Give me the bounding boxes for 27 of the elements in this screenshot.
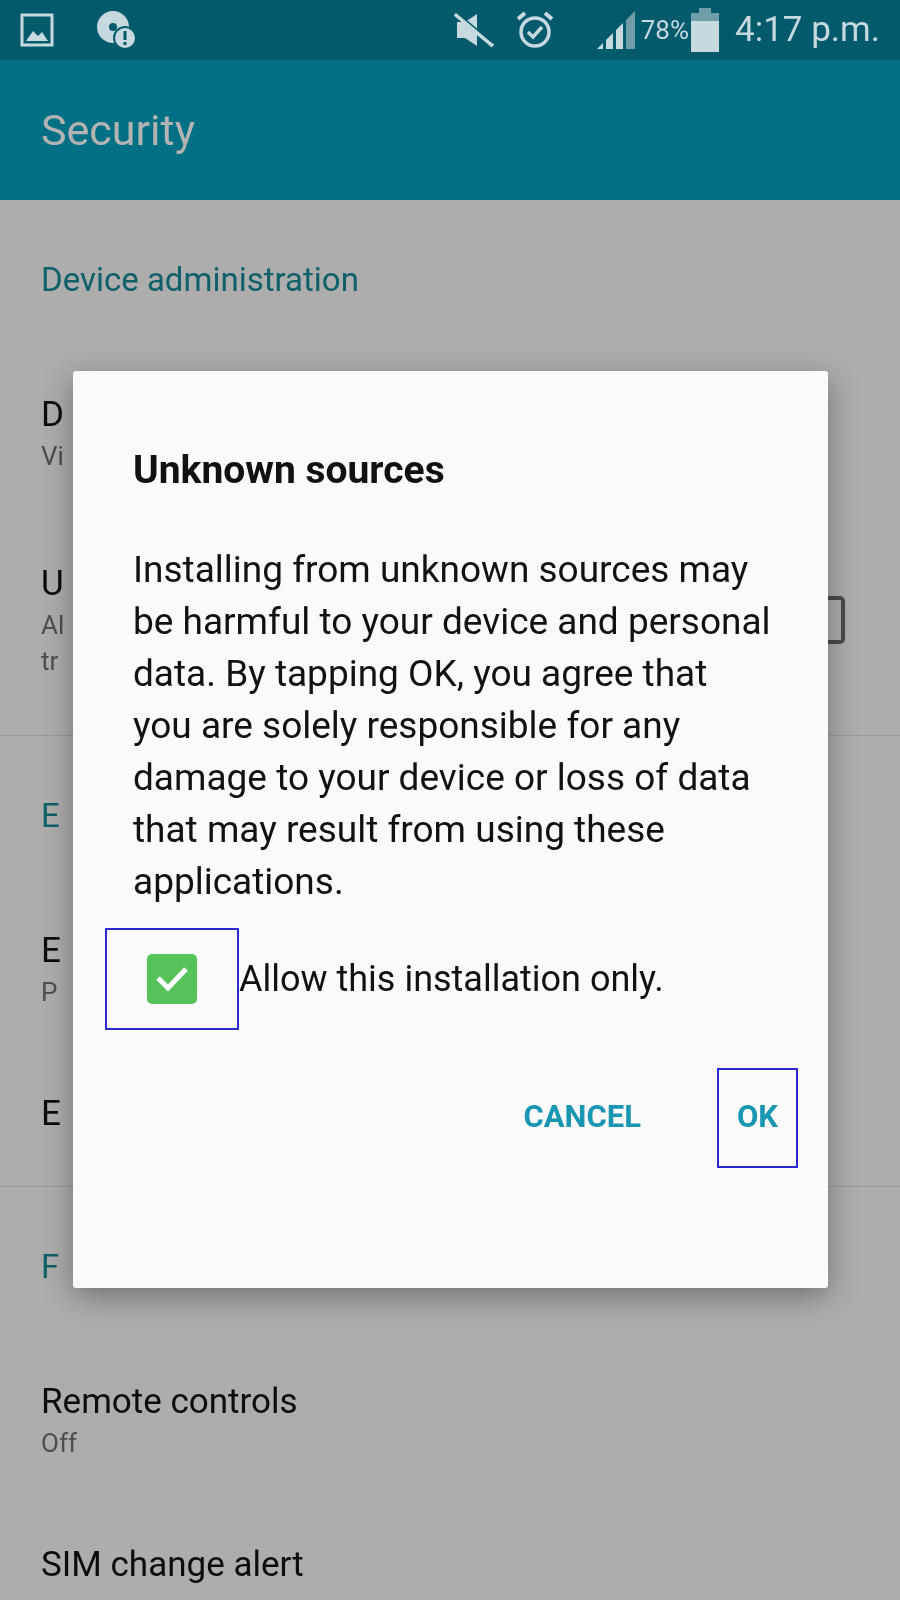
setting-title[interactable]: SIM change alert — [41, 1541, 304, 1588]
battery-percentage: 78% — [640, 13, 689, 47]
section-header: Device administration — [41, 259, 359, 302]
setting-subtitle: P — [41, 975, 59, 1009]
section-header: F — [41, 1246, 60, 1289]
checkmark-icon — [155, 965, 189, 992]
setting-title[interactable]: E — [41, 927, 61, 974]
dialog-title: Unknown sources — [133, 446, 446, 495]
setting-subtitle: Vi — [41, 439, 64, 473]
setting-subtitle: tr — [41, 645, 60, 678]
battery-icon — [691, 8, 719, 52]
checkbox-label: Allow this installation only. — [239, 956, 664, 1002]
alarm-icon — [514, 10, 555, 50]
disc-warning-icon — [96, 10, 138, 50]
setting-title[interactable]: D — [41, 391, 64, 438]
section-header: E — [41, 795, 60, 838]
screen-title: Security — [41, 103, 195, 157]
setting-title[interactable]: Remote controls — [41, 1378, 298, 1425]
dialog-message: Installing from unknown sources may be harmful to your device and personal data. By tapping OK, you agree that you are solely responsible for any damage to your device or loss of data that may result from using these applications. — [133, 546, 772, 905]
setting-title[interactable]: U — [41, 561, 65, 607]
setting-subtitle: Off — [41, 1426, 78, 1460]
setting-subtitle: Al — [41, 609, 65, 642]
mute-icon — [452, 12, 495, 48]
clock: 4:17 p.m. — [735, 7, 880, 52]
setting-title[interactable]: E — [41, 1090, 61, 1137]
checkbox[interactable] — [147, 953, 197, 1004]
gallery-icon — [20, 13, 54, 47]
